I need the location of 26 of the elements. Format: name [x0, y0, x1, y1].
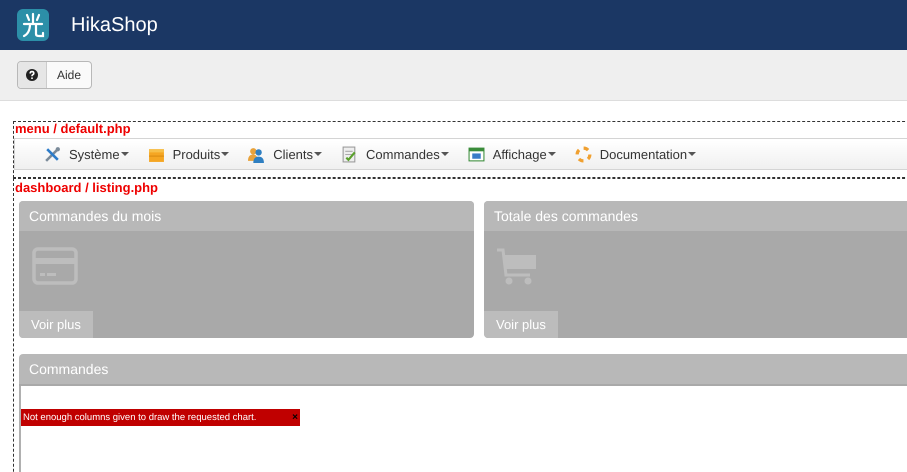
- caret-icon: [688, 152, 696, 156]
- card-title: Totale des commandes: [484, 201, 907, 231]
- menu-item[interactable]: Commandes: [341, 146, 449, 162]
- template-label: menu / default.php: [15, 122, 132, 136]
- caret-icon: [221, 152, 230, 156]
- menu-item[interactable]: Affichage: [468, 146, 556, 162]
- menu-item[interactable]: Produits: [148, 146, 230, 162]
- card-title: Commandes du mois: [19, 201, 474, 231]
- help-icon: [26, 69, 38, 81]
- app-title: HikaShop: [71, 14, 158, 36]
- window-icon: [468, 146, 485, 162]
- caret-icon: [120, 152, 129, 156]
- menu-item[interactable]: Système: [44, 146, 129, 162]
- people-icon: [248, 146, 266, 162]
- menu-item[interactable]: Clients: [248, 146, 322, 162]
- template-label: dashboard / listing.php: [15, 180, 158, 195]
- caret-icon: [440, 152, 449, 156]
- help-button[interactable]: Aide: [17, 61, 92, 89]
- logo-icon: [17, 9, 49, 41]
- panel-title: Commandes: [19, 354, 907, 386]
- error-text: Not enough columns given to draw the requested chart.: [23, 412, 256, 423]
- menu-item[interactable]: Documentation: [574, 146, 696, 162]
- caret-icon: [548, 152, 556, 156]
- document-icon: [341, 146, 358, 162]
- caret-icon: [314, 152, 322, 156]
- tools-icon: [44, 146, 61, 162]
